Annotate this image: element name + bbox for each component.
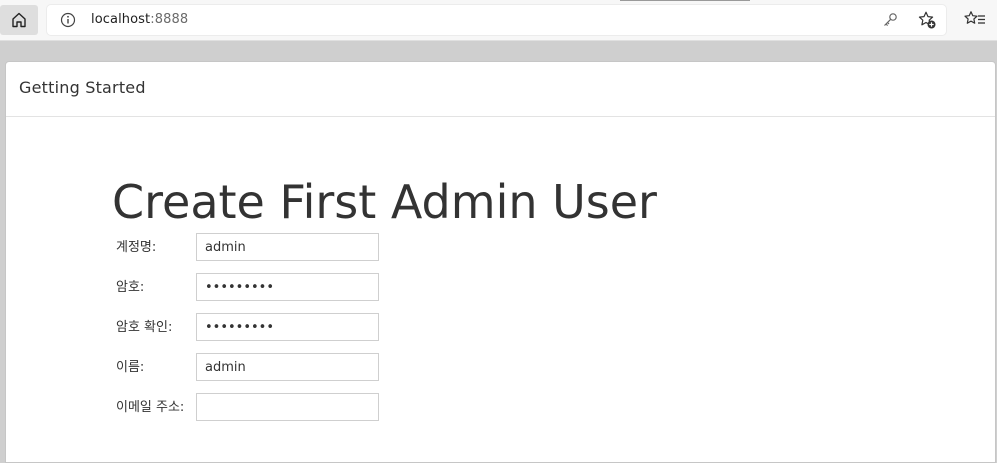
fullname-input[interactable] bbox=[196, 353, 379, 381]
url-host: localhost bbox=[91, 12, 151, 27]
panel-header: Getting Started bbox=[6, 62, 995, 117]
url-port: :8888 bbox=[150, 12, 189, 27]
home-button[interactable] bbox=[0, 5, 38, 35]
favorites-icon[interactable] bbox=[964, 10, 986, 30]
url-text[interactable]: localhost:8888 bbox=[91, 11, 188, 29]
panel-title: Getting Started bbox=[19, 78, 146, 97]
page-heading: Create First Admin User bbox=[112, 175, 657, 229]
tab-indicator-line bbox=[620, 0, 750, 1]
email-label: 이메일 주소: bbox=[116, 400, 185, 415]
confirm-password-label: 암호 확인: bbox=[116, 320, 173, 335]
username-input[interactable] bbox=[196, 233, 379, 261]
key-icon[interactable] bbox=[881, 11, 899, 29]
password-label: 암호: bbox=[116, 280, 145, 295]
add-favorite-icon[interactable] bbox=[917, 10, 937, 30]
username-label: 계정명: bbox=[116, 240, 157, 255]
info-icon[interactable] bbox=[60, 12, 76, 28]
home-icon bbox=[10, 11, 28, 29]
confirm-password-input[interactable] bbox=[196, 313, 379, 341]
address-bar[interactable]: localhost:8888 bbox=[47, 5, 946, 35]
email-input[interactable] bbox=[196, 393, 379, 421]
browser-toolbar: localhost:8888 bbox=[0, 0, 997, 41]
fullname-label: 이름: bbox=[116, 360, 145, 375]
password-input[interactable] bbox=[196, 273, 379, 301]
setup-panel: Getting Started Create First Admin User … bbox=[5, 61, 996, 463]
